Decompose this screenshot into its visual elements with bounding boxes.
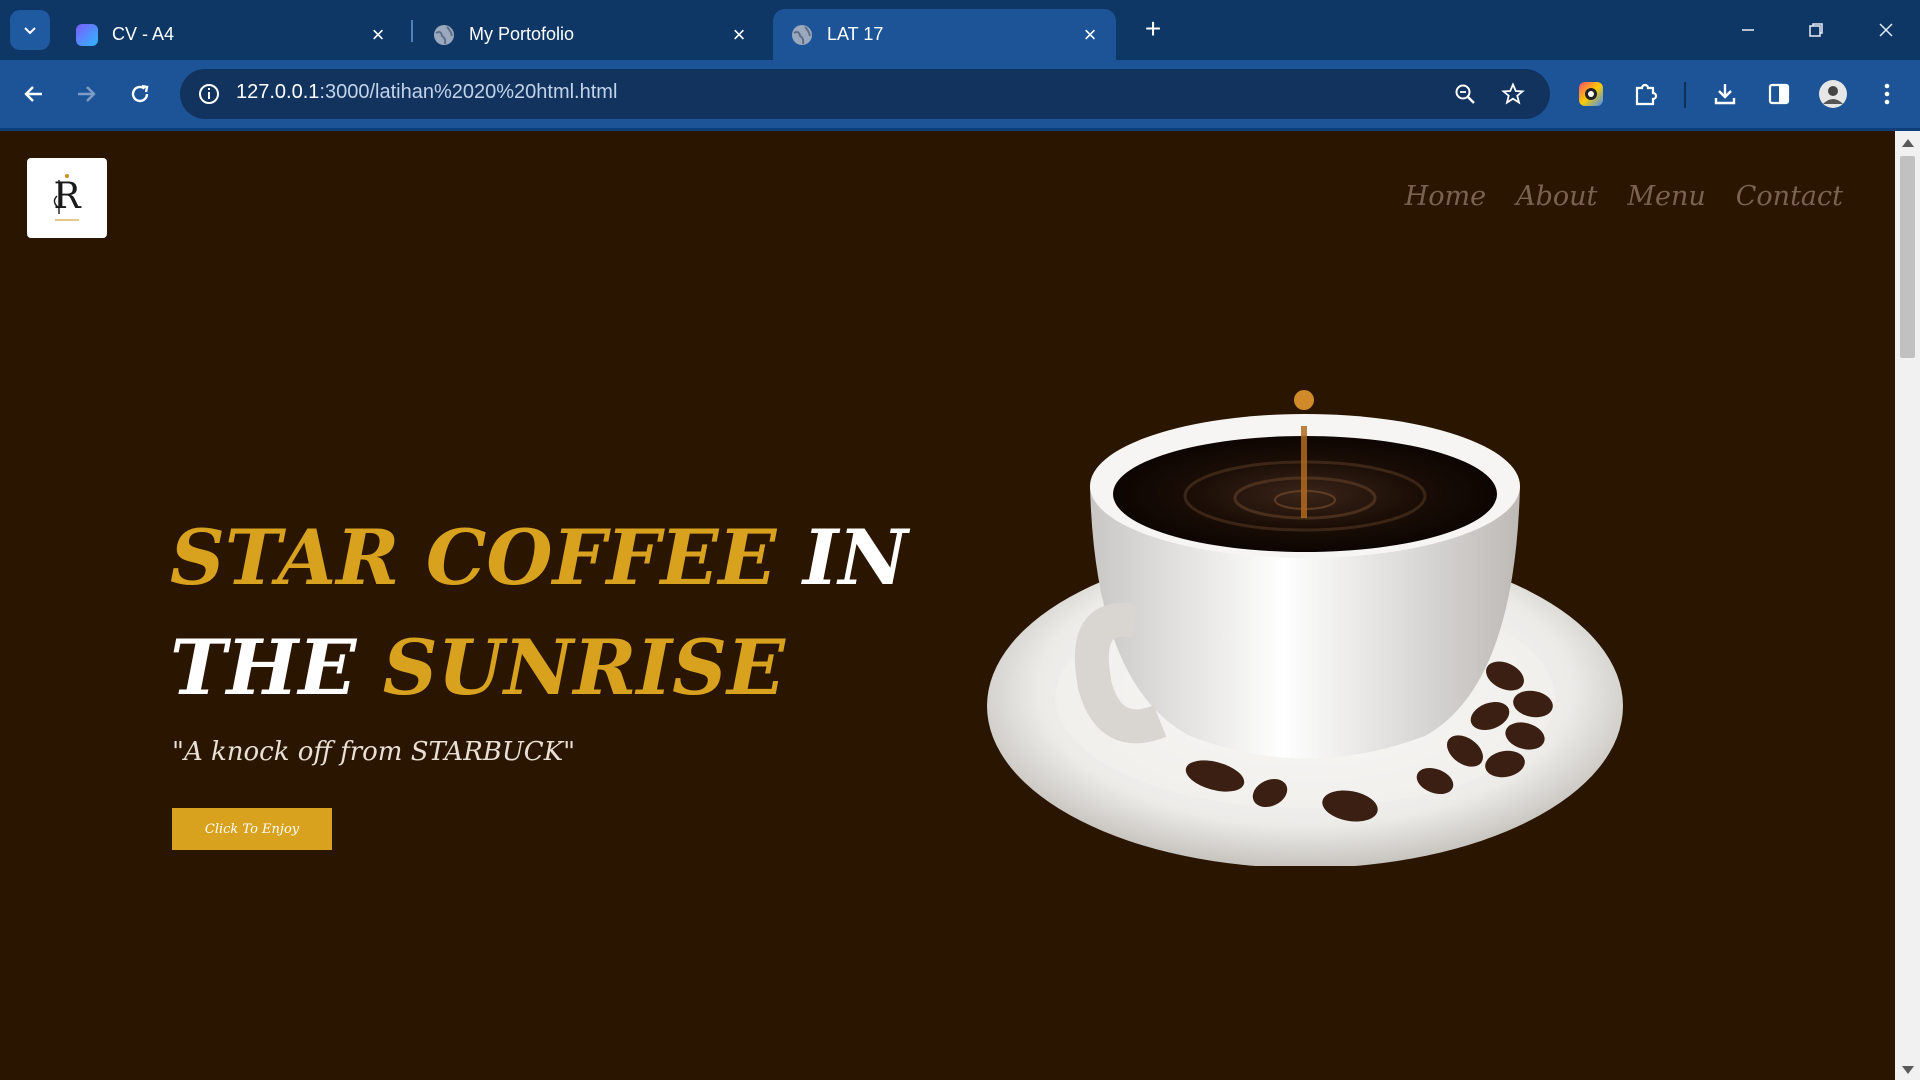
tab-lat17[interactable]: LAT 17 × — [773, 9, 1116, 60]
globe-icon — [434, 24, 454, 45]
logo-monogram-icon: R — [53, 174, 81, 221]
hero-title-gold-2: SUNRISE — [382, 623, 785, 712]
chevron-down-icon — [24, 27, 36, 35]
tab-label: CV - A4 — [112, 24, 175, 44]
hero-title-white-1: IN — [802, 513, 908, 602]
close-icon[interactable]: × — [725, 21, 753, 49]
back-arrow-icon[interactable] — [14, 74, 54, 114]
nav-menu-link[interactable]: Menu — [1627, 181, 1705, 212]
reload-icon[interactable] — [120, 74, 160, 114]
site-logo[interactable]: R — [27, 158, 107, 238]
star-icon[interactable] — [1498, 79, 1528, 109]
hero-title: STAR COFFEE IN THE SUNRISE — [170, 503, 930, 723]
restore-icon[interactable] — [1794, 12, 1838, 48]
download-icon[interactable] — [1706, 75, 1744, 113]
cv-favicon-icon — [76, 23, 98, 46]
nav-about-link[interactable]: About — [1516, 181, 1597, 212]
tab-strip: CV - A4 × My Portofolio × LAT 17 × + — [0, 0, 1920, 60]
tab-cv[interactable]: CV - A4 × — [58, 9, 404, 60]
hero-tagline: "A knock off from STARBUCK" — [172, 737, 576, 767]
browser-toolbar: 127.0.0.1:3000/latihan%2020%20html.html — [0, 60, 1920, 128]
more-vert-icon[interactable] — [1868, 75, 1906, 113]
color-picker-extension-icon[interactable] — [1572, 75, 1610, 113]
new-tab-plus-icon[interactable]: + — [1138, 14, 1168, 44]
close-window-icon[interactable] — [1864, 12, 1908, 48]
scroll-up-arrow-icon[interactable] — [1902, 139, 1914, 147]
scrollbar-thumb[interactable] — [1900, 156, 1915, 358]
address-bar[interactable]: 127.0.0.1:3000/latihan%2020%20html.html — [180, 69, 1550, 119]
puzzle-extensions-icon[interactable] — [1627, 75, 1665, 113]
hero-title-gold-1: STAR COFFEE — [170, 513, 777, 602]
url-host: 127.0.0.1 — [236, 81, 320, 103]
tab-label: LAT 17 — [827, 24, 884, 44]
page-scrollbar[interactable] — [1895, 131, 1920, 1080]
tab-separator — [411, 20, 413, 42]
tab-label: My Portofolio — [469, 24, 575, 44]
close-icon[interactable]: × — [364, 21, 392, 49]
zoom-icon[interactable] — [1450, 79, 1480, 109]
tab-search-button[interactable] — [10, 10, 50, 50]
hero-title-white-2: THE — [170, 623, 357, 712]
coffee-cup-image — [987, 390, 1623, 866]
toolbar-separator — [1684, 82, 1686, 108]
side-panel-icon[interactable] — [1760, 75, 1798, 113]
click-to-enjoy-button[interactable]: Click To Enjoy — [172, 808, 332, 850]
svg-text:R: R — [53, 176, 81, 217]
url-text[interactable]: 127.0.0.1:3000/latihan%2020%20html.html — [236, 81, 617, 104]
scroll-down-arrow-icon[interactable] — [1902, 1066, 1914, 1074]
nav-home-link[interactable]: Home — [1405, 181, 1486, 212]
globe-icon — [792, 24, 812, 45]
nav-contact-link[interactable]: Contact — [1736, 181, 1843, 212]
forward-arrow-icon[interactable] — [66, 74, 106, 114]
tab-portfolio[interactable]: My Portofolio × — [415, 9, 765, 60]
site-info-icon[interactable] — [194, 79, 224, 109]
close-icon[interactable]: × — [1076, 21, 1104, 49]
minimize-icon[interactable] — [1726, 12, 1770, 48]
profile-avatar[interactable] — [1814, 75, 1852, 113]
url-path: :3000/latihan%2020%20html.html — [319, 81, 618, 103]
site-nav: Home About Menu Contact — [1405, 181, 1843, 212]
web-page: R Home About Menu Contact STAR COFFEE IN… — [0, 131, 1895, 1080]
